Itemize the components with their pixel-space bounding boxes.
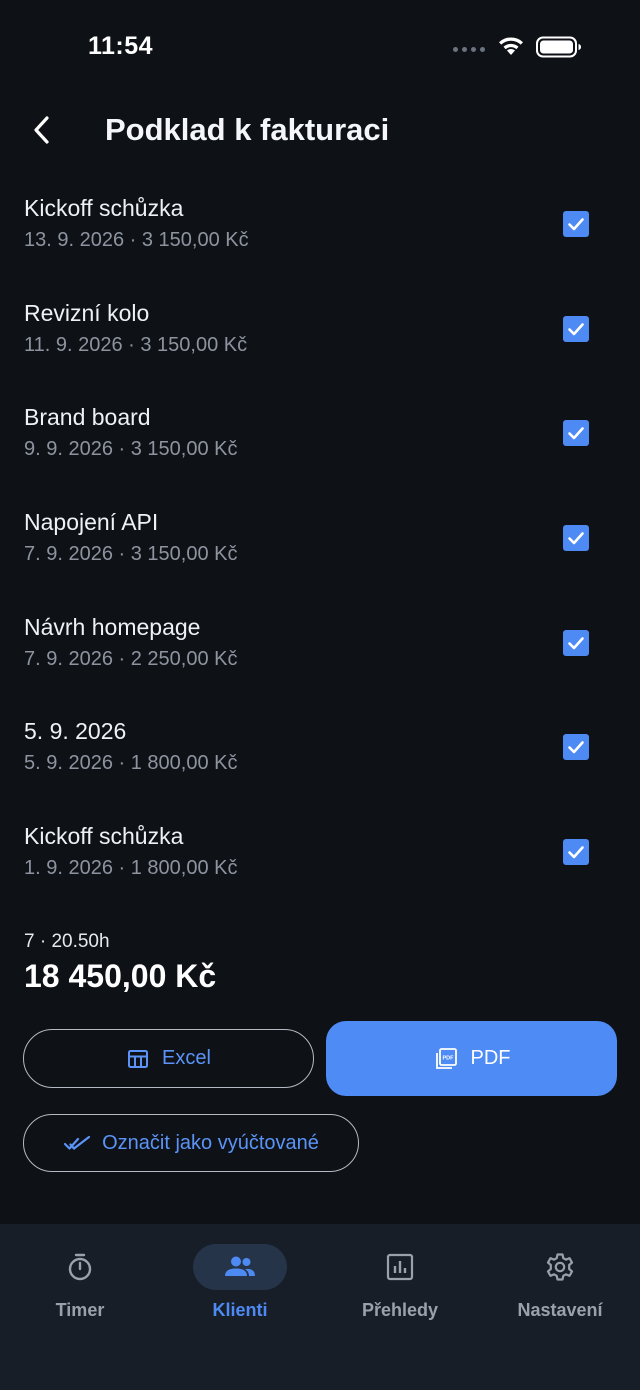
mark-as-billed-button[interactable]: Označit jako vyúčtované — [23, 1114, 359, 1172]
item-meta: 7. 9. 2026 · 3 150,00 Kč — [24, 543, 238, 566]
item-title: Kickoff schůzka — [24, 823, 184, 850]
nav-label-reports: Přehledy — [361, 1300, 439, 1320]
item-title: Napojení API — [24, 509, 159, 536]
item-checkbox[interactable] — [563, 629, 589, 656]
item-meta: 5. 9. 2026 · 1 800,00 Kč — [24, 752, 238, 775]
gear-icon — [546, 1253, 574, 1281]
item-checkbox[interactable] — [563, 525, 589, 552]
nav-item-clients[interactable]: Klienti — [160, 1224, 320, 1334]
nav-item-timer[interactable]: Timer — [0, 1224, 160, 1334]
back-arrow-icon — [34, 116, 49, 144]
item-meta: 7. 9. 2026 · 2 250,00 Kč — [24, 647, 238, 670]
battery-icon — [536, 36, 582, 63]
summary-total: 18 450,00 Kč — [24, 958, 217, 994]
app-header: Podklad k fakturaci — [0, 96, 640, 168]
list-item: Kickoff schůzka 13. 9. 2026 · 3 150,00 K… — [0, 183, 640, 288]
billing-item-list: Kickoff schůzka 13. 9. 2026 · 3 150,00 K… — [0, 183, 640, 916]
export-pdf-label: PDF — [470, 1047, 511, 1069]
checkmark-icon — [568, 846, 584, 859]
item-meta: 9. 9. 2026 · 3 150,00 Kč — [24, 438, 238, 461]
checkmark-icon — [568, 427, 584, 440]
svg-text:PDF: PDF — [442, 1055, 454, 1061]
pdf-icon: PDF — [435, 1047, 457, 1069]
list-item: Návrh homepage 7. 9. 2026 · 2 250,00 Kč — [0, 602, 640, 707]
nav-pill-active — [193, 1244, 287, 1290]
nav-label-timer: Timer — [55, 1300, 105, 1320]
item-title: Revizní kolo — [24, 299, 150, 326]
stopwatch-icon — [68, 1253, 92, 1281]
double-check-icon — [64, 1135, 91, 1150]
list-item: 5. 9. 2026 5. 9. 2026 · 1 800,00 Kč — [0, 706, 640, 811]
item-checkbox[interactable] — [563, 420, 589, 447]
nav-pill — [513, 1244, 607, 1290]
table-icon — [128, 1049, 149, 1068]
checkmark-icon — [568, 532, 584, 545]
app-root: 11:54 Podklad k fakturaci Kickoff schůzk… — [0, 0, 640, 1390]
nav-pill — [353, 1244, 447, 1290]
item-title: 5. 9. 2026 — [24, 718, 127, 745]
item-checkbox[interactable] — [563, 839, 589, 866]
export-excel-label: Excel — [162, 1047, 211, 1069]
item-title: Brand board — [24, 404, 151, 431]
checkmark-icon — [568, 741, 584, 754]
item-checkbox[interactable] — [563, 211, 589, 237]
page-title: Podklad k fakturaci — [105, 112, 390, 147]
nav-item-reports[interactable]: Přehledy — [320, 1224, 480, 1334]
item-title: Kickoff schůzka — [24, 195, 184, 221]
checkmark-icon — [568, 218, 584, 231]
item-title: Návrh homepage — [24, 613, 201, 640]
status-bar: 11:54 — [0, 0, 640, 96]
nav-pill — [33, 1244, 127, 1290]
signal-dots-icon — [453, 47, 485, 52]
item-meta: 13. 9. 2026 · 3 150,00 Kč — [24, 229, 249, 251]
nav-label-settings: Nastavení — [517, 1300, 603, 1320]
list-item: Revizní kolo 11. 9. 2026 · 3 150,00 Kč — [0, 288, 640, 393]
back-button[interactable] — [22, 110, 62, 150]
checkmark-icon — [568, 322, 584, 335]
item-meta: 1. 9. 2026 · 1 800,00 Kč — [24, 857, 238, 880]
item-meta: 11. 9. 2026 · 3 150,00 Kč — [24, 333, 248, 356]
list-item: Kickoff schůzka 1. 9. 2026 · 1 800,00 Kč — [0, 811, 640, 916]
list-item: Napojení API 7. 9. 2026 · 3 150,00 Kč — [0, 497, 640, 602]
chart-icon — [386, 1253, 414, 1281]
item-checkbox[interactable] — [563, 734, 589, 761]
summary-count: 7 · 20.50h — [24, 931, 110, 952]
checkmark-icon — [568, 636, 584, 650]
item-checkbox[interactable] — [563, 315, 589, 342]
nav-label-clients: Klienti — [212, 1300, 268, 1320]
mark-as-billed-label: Označit jako vyúčtované — [102, 1131, 319, 1154]
people-icon — [225, 1256, 255, 1276]
wifi-icon — [497, 35, 525, 62]
export-excel-button[interactable]: Excel — [23, 1029, 314, 1088]
list-item: Brand board 9. 9. 2026 · 3 150,00 Kč — [0, 392, 640, 497]
bottom-navigation: Timer Klienti Přehledy Nastavení — [0, 1224, 640, 1390]
nav-item-settings[interactable]: Nastavení — [480, 1224, 640, 1334]
status-time: 11:54 — [88, 32, 154, 60]
export-pdf-button[interactable]: PDF PDF — [326, 1021, 617, 1096]
